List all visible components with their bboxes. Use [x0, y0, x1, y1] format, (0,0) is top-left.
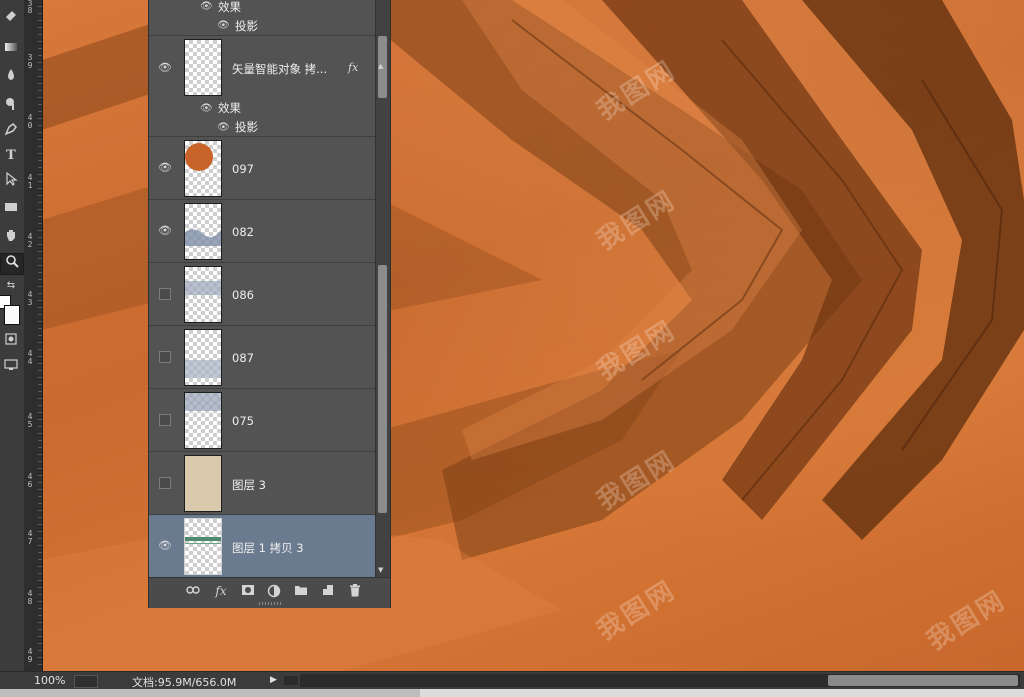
effects-label: 效果 — [218, 101, 241, 115]
scroll-down-icon[interactable]: ▼ — [378, 566, 383, 574]
eye-icon[interactable]: 👁 — [158, 540, 172, 551]
layer-thumbnail — [184, 39, 222, 96]
trash-icon[interactable] — [347, 584, 363, 598]
horizontal-scrollbar[interactable] — [300, 674, 1020, 687]
ruler-label: 3 — [27, 298, 33, 307]
eye-icon[interactable]: 👁 — [200, 103, 213, 114]
scroll-thumb[interactable] — [378, 265, 387, 513]
pen-icon[interactable] — [0, 122, 22, 142]
layer-name: 097 — [232, 162, 254, 176]
eye-icon[interactable]: 👁 — [217, 122, 230, 133]
layer-thumbnail — [184, 266, 222, 323]
drop-shadow-label[interactable]: 投影 — [235, 18, 258, 34]
eye-icon[interactable]: 👁 — [158, 162, 172, 173]
ruler-label: 4 — [27, 357, 33, 366]
layer-thumbnail — [184, 140, 222, 197]
eye-icon[interactable]: 👁 — [158, 62, 172, 73]
eraser-icon[interactable] — [0, 8, 22, 28]
new-layer-icon[interactable] — [320, 584, 336, 598]
visibility-toggle[interactable] — [159, 288, 171, 300]
adjustment-icon[interactable] — [266, 584, 282, 598]
ruler-label: 8 — [27, 597, 33, 606]
visibility-toggle[interactable] — [159, 351, 171, 363]
ruler-label: 7 — [27, 537, 33, 546]
background-color-swatch[interactable] — [4, 305, 20, 325]
swap-colors-icon[interactable]: ⇆ — [0, 276, 22, 296]
ruler-label: 8 — [27, 6, 33, 15]
ruler-label: 9 — [27, 61, 33, 70]
screen-mode-icon[interactable] — [0, 358, 22, 378]
fx-icon[interactable]: fx — [213, 584, 229, 598]
layer-name: 087 — [232, 351, 254, 365]
layer-row[interactable]: 👁 097 — [149, 137, 375, 200]
layer-name: 图层 3 — [232, 478, 266, 492]
layer-thumbnail — [184, 329, 222, 386]
ruler-label: 2 — [27, 240, 33, 249]
folder-icon[interactable] — [293, 584, 309, 598]
horizontal-scroll-thumb[interactable] — [828, 675, 1018, 686]
panel-resize-grip[interactable] — [259, 602, 281, 605]
layer-row[interactable]: 👁 082 — [149, 200, 375, 263]
path-select-icon[interactable] — [0, 171, 22, 192]
rectangle-icon[interactable] — [0, 200, 22, 220]
hand-icon[interactable] — [0, 228, 22, 248]
layer-thumbnail — [184, 203, 222, 260]
quick-mask-icon[interactable] — [0, 332, 22, 352]
layer-row[interactable]: 087 — [149, 326, 375, 389]
gradient-icon[interactable] — [0, 40, 22, 60]
eye-icon[interactable]: 👁 — [158, 225, 172, 236]
layer-thumbnail — [184, 455, 222, 512]
document-size: 文档:95.9M/656.0M — [132, 676, 237, 689]
layers-panel: 👁 效果 👁 投影 👁 矢量智能对象 拷... fx 👁 效果 👁 投影 👁 0… — [148, 0, 391, 608]
layer-row[interactable]: 图层 3 — [149, 452, 375, 515]
layer-thumbnail — [184, 392, 222, 449]
layer-name: 矢量智能对象 拷... — [232, 62, 328, 76]
zoom-level[interactable]: 100% — [34, 674, 65, 687]
layer-name: 086 — [232, 288, 254, 302]
eye-icon[interactable]: 👁 — [217, 20, 230, 31]
ruler-label: 1 — [27, 181, 33, 190]
taskbar-strip — [0, 689, 1024, 697]
layer-name: 图层 1 拷贝 3 — [232, 541, 304, 555]
ruler-label: 5 — [27, 420, 33, 429]
layer-row-selected[interactable]: 👁 图层 1 拷贝 3 — [149, 515, 375, 577]
dodge-icon[interactable] — [0, 96, 22, 116]
effects-label: 效果 — [218, 0, 241, 14]
visibility-toggle[interactable] — [159, 414, 171, 426]
layer-name: 075 — [232, 414, 254, 428]
scroll-left-icon[interactable] — [284, 676, 298, 685]
visibility-toggle[interactable] — [159, 477, 171, 489]
type-icon[interactable]: T — [0, 146, 22, 166]
status-menu-arrow-icon[interactable]: ▶ — [270, 675, 277, 685]
vertical-ruler: 3 8 3 9 4 0 4 1 4 2 4 3 4 4 4 5 4 6 4 7 … — [24, 0, 43, 671]
ruler-label: 9 — [27, 655, 33, 664]
layers-panel-footer: fx — [149, 577, 390, 608]
layer-effects-group: 👁 效果 👁 投影 — [149, 0, 375, 36]
layers-scrollbar[interactable]: ▲ ▼ — [375, 0, 390, 577]
layer-row[interactable]: 086 — [149, 263, 375, 326]
preview-icon[interactable] — [74, 675, 98, 688]
ruler-label: 6 — [27, 480, 33, 489]
link-icon[interactable] — [185, 584, 201, 598]
layer-name: 082 — [232, 225, 254, 239]
fx-icon[interactable]: fx — [348, 61, 358, 74]
mask-icon[interactable] — [240, 584, 256, 598]
drop-shadow-label[interactable]: 投影 — [235, 119, 258, 135]
blur-icon[interactable] — [0, 68, 22, 88]
layer-thumbnail — [184, 518, 222, 575]
status-bar: 100% 文档:95.9M/656.0M ▶ — [0, 671, 1024, 690]
layer-row[interactable]: 👁 矢量智能对象 拷... fx 👁 效果 👁 投影 — [149, 36, 375, 137]
ruler-label: 0 — [27, 121, 33, 130]
eye-icon[interactable]: 👁 — [200, 1, 213, 12]
zoom-icon[interactable] — [0, 253, 24, 275]
tools-panel: T ⇆ — [0, 0, 25, 671]
layer-row[interactable]: 075 — [149, 389, 375, 452]
scroll-up-icon[interactable]: ▲ — [378, 62, 383, 70]
